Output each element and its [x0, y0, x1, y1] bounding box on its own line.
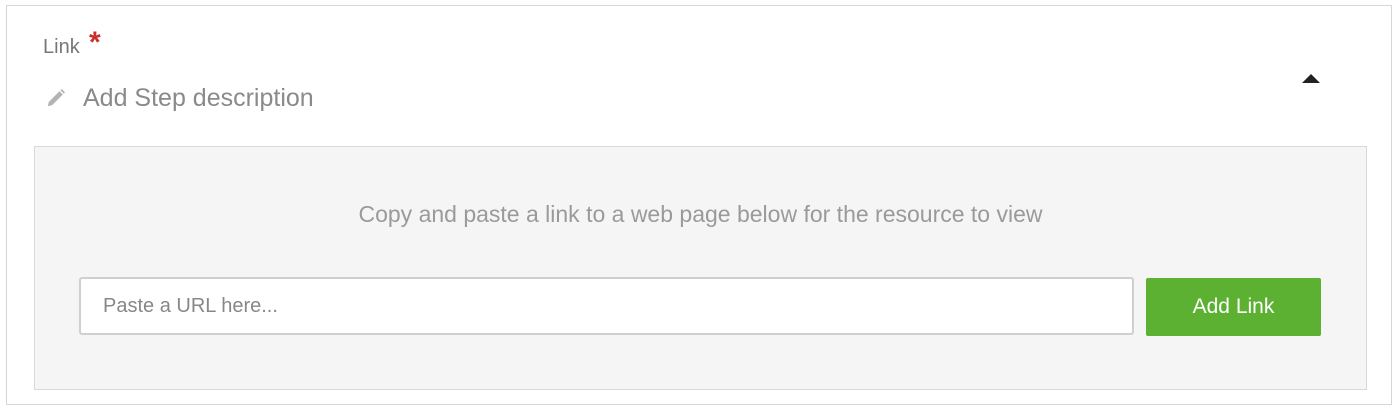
pencil-icon — [47, 89, 65, 107]
link-step-card: Link * Add Step description Copy and pas… — [6, 5, 1392, 405]
link-instruction: Copy and paste a link to a web page belo… — [358, 201, 1043, 227]
caret-up-icon[interactable] — [1299, 66, 1323, 90]
field-label: Link — [43, 36, 80, 58]
step-description-editor[interactable]: Add Step description — [45, 80, 314, 116]
step-description-placeholder: Add Step description — [83, 83, 314, 112]
add-link-button[interactable]: Add Link — [1146, 278, 1321, 336]
required-marker: * — [89, 26, 101, 59]
url-input[interactable] — [79, 277, 1134, 335]
link-input-panel: Copy and paste a link to a web page belo… — [34, 146, 1367, 390]
